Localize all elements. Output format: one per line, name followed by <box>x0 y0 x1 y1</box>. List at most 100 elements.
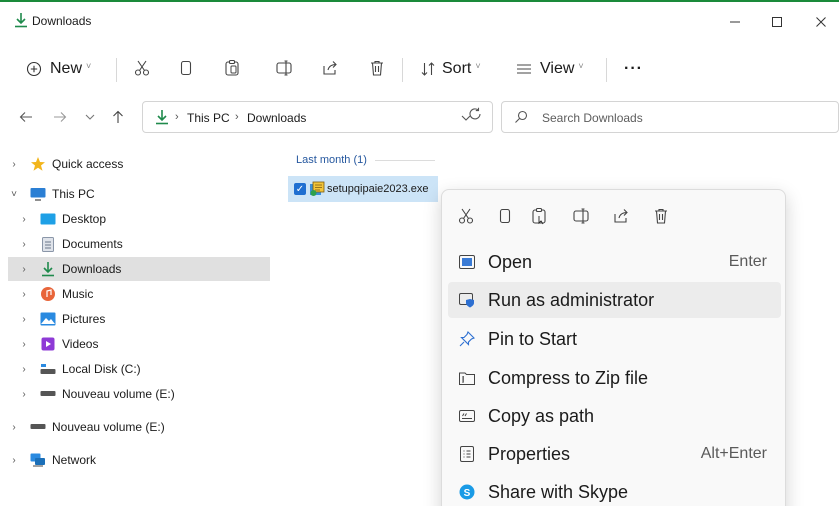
delete-icon[interactable] <box>651 206 671 226</box>
title-bar: Downloads <box>0 2 839 42</box>
minimize-button[interactable] <box>720 10 750 34</box>
menu-item-label: Share with Skype <box>488 481 629 502</box>
menu-item-copy-as-path[interactable]: Copy as path <box>448 398 781 434</box>
breadcrumb-downloads[interactable]: Downloads <box>247 111 306 125</box>
address-bar[interactable]: › This PC › Downloads <box>142 101 493 133</box>
view-button[interactable]: View ˅ <box>516 54 584 84</box>
file-item-selected[interactable]: ✓ setupqipaie2023.exe <box>288 176 438 202</box>
sidebar-item-network[interactable]: › Network <box>8 448 270 472</box>
maximize-button[interactable] <box>762 10 792 34</box>
expand-chevron-icon[interactable]: › <box>18 239 30 250</box>
cut-icon[interactable] <box>456 206 476 226</box>
sidebar-item-documents[interactable]: › Documents <box>8 232 270 256</box>
search-input[interactable]: Search Downloads <box>542 111 643 125</box>
sidebar-item-label: Network <box>52 453 97 467</box>
plus-circle-icon <box>26 61 42 77</box>
cut-icon[interactable] <box>132 58 152 78</box>
window-title: Downloads <box>32 14 92 28</box>
desktop-icon <box>40 211 56 227</box>
up-button[interactable] <box>108 107 128 127</box>
new-button[interactable]: New ˅ <box>26 54 91 84</box>
expand-chevron-icon[interactable]: › <box>18 364 30 375</box>
drive-icon <box>40 361 56 377</box>
open-icon <box>458 253 476 271</box>
sidebar-item-downloads[interactable]: › Downloads <box>8 257 270 281</box>
group-header[interactable]: Last month (1) <box>296 154 435 166</box>
toolbar-divider <box>402 58 403 82</box>
properties-icon <box>458 445 476 463</box>
menu-item-run-as-administrator[interactable]: Run as administrator <box>448 282 781 318</box>
search-icon <box>514 110 528 124</box>
svg-text:S: S <box>464 488 471 499</box>
expand-chevron-icon[interactable]: › <box>18 264 30 275</box>
expand-chevron-icon[interactable]: › <box>18 389 30 400</box>
search-box[interactable]: Search Downloads <box>501 101 839 133</box>
share-icon[interactable] <box>611 206 631 226</box>
close-button[interactable] <box>806 10 836 34</box>
menu-item-shortcut: Alt+Enter <box>700 445 767 462</box>
menu-item-share-with-skype[interactable]: S Share with Skype <box>448 474 781 506</box>
paste-icon[interactable] <box>529 206 549 226</box>
group-divider <box>374 159 435 161</box>
toolbar-divider <box>116 58 117 82</box>
sidebar-item-label: Music <box>62 287 94 301</box>
share-icon[interactable] <box>320 58 340 78</box>
view-button-label: View <box>540 60 575 77</box>
sidebar-item-desktop[interactable]: › Desktop <box>8 207 270 231</box>
sidebar-item-quick-access[interactable]: › Quick access <box>8 152 270 176</box>
forward-button[interactable] <box>50 107 70 127</box>
rename-icon[interactable] <box>571 206 591 226</box>
file-name: setupqipaie2023.exe <box>327 183 429 195</box>
refresh-icon[interactable] <box>468 107 482 121</box>
sidebar-item-nouveau-volume[interactable]: › Nouveau volume (E:) <box>8 382 270 406</box>
menu-item-label: Compress to Zip file <box>488 367 649 388</box>
sidebar-item-nouveau-volume-root[interactable]: › Nouveau volume (E:) <box>8 415 270 439</box>
expand-chevron-icon[interactable]: › <box>8 455 20 466</box>
expand-chevron-icon[interactable]: › <box>18 289 30 300</box>
sidebar-item-pictures[interactable]: › Pictures <box>8 307 270 331</box>
pin-icon <box>458 330 476 348</box>
checkbox-checked-icon[interactable]: ✓ <box>294 183 306 195</box>
documents-icon <box>40 236 56 252</box>
expand-chevron-icon[interactable]: › <box>18 314 30 325</box>
menu-item-label: Properties <box>488 443 571 464</box>
more-icon: ··· <box>624 60 643 77</box>
chevron-down-icon: ˅ <box>475 61 481 71</box>
new-button-label: New <box>50 60 83 77</box>
sort-icon <box>420 61 436 77</box>
network-icon <box>30 452 46 468</box>
copy-icon[interactable] <box>176 58 196 78</box>
breadcrumb-separator: › <box>235 111 239 123</box>
paste-icon[interactable] <box>222 58 242 78</box>
menu-item-properties[interactable]: Properties Alt+Enter <box>448 436 781 472</box>
music-icon <box>40 286 56 302</box>
breadcrumb-this-pc[interactable]: This PC <box>187 111 230 125</box>
collapse-chevron-icon[interactable]: ˅ <box>8 189 20 200</box>
chevron-down-icon: ˅ <box>578 61 584 71</box>
menu-item-compress-to-zip[interactable]: Compress to Zip file <box>448 360 781 396</box>
sidebar-item-music[interactable]: › Music <box>8 282 270 306</box>
menu-item-label: Pin to Start <box>488 328 578 349</box>
sidebar-item-local-disk[interactable]: › Local Disk (C:) <box>8 357 270 381</box>
copy-icon[interactable] <box>495 206 515 226</box>
delete-icon[interactable] <box>367 58 387 78</box>
recent-locations-button[interactable] <box>80 107 100 127</box>
more-options-button[interactable]: ··· <box>624 54 643 84</box>
sidebar-item-videos[interactable]: › Videos <box>8 332 270 356</box>
sidebar-item-label: Videos <box>62 337 99 351</box>
expand-chevron-icon[interactable]: › <box>8 159 20 170</box>
expand-chevron-icon[interactable]: › <box>8 422 20 433</box>
expand-chevron-icon[interactable]: › <box>18 339 30 350</box>
sidebar-item-this-pc[interactable]: ˅ This PC <box>8 182 270 206</box>
back-button[interactable] <box>16 107 36 127</box>
sidebar-item-label: Desktop <box>62 212 107 226</box>
menu-item-pin-to-start[interactable]: Pin to Start <box>448 321 781 357</box>
menu-item-open[interactable]: Open Enter <box>448 244 781 280</box>
expand-chevron-icon[interactable]: › <box>18 214 30 225</box>
installer-exe-icon <box>309 181 325 197</box>
sort-button[interactable]: Sort ˅ <box>420 54 481 84</box>
rename-icon[interactable] <box>274 58 294 78</box>
star-icon <box>30 156 46 172</box>
sidebar-item-label: This PC <box>52 187 95 201</box>
sidebar-item-label: Pictures <box>62 312 106 326</box>
